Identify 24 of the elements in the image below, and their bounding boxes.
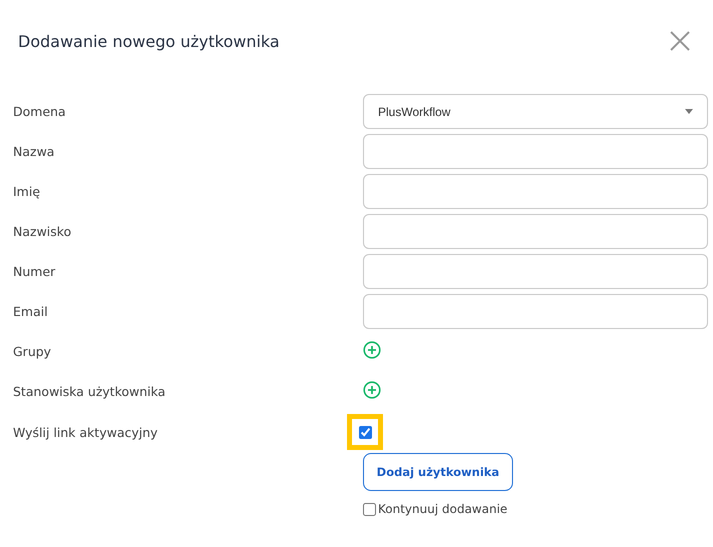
close-icon[interactable] bbox=[669, 30, 691, 52]
field-label: Grupy bbox=[13, 344, 52, 359]
field-label: Numer bbox=[13, 264, 56, 279]
input-field[interactable] bbox=[363, 134, 708, 169]
input-field[interactable] bbox=[363, 254, 708, 289]
input-field[interactable] bbox=[363, 174, 708, 209]
caret-icon bbox=[685, 109, 693, 114]
dialog-title: Dodawanie nowego użytkownika bbox=[18, 32, 280, 50]
field-label: Nazwa bbox=[13, 144, 56, 159]
domain-select[interactable]: PlusWorkflow bbox=[363, 94, 708, 129]
input-field[interactable] bbox=[363, 214, 708, 249]
field-label: Domena bbox=[13, 104, 67, 119]
field-label: Wyślij link aktywacyjny bbox=[13, 424, 159, 440]
field-label: Nazwisko bbox=[13, 224, 72, 239]
field-label: Email bbox=[13, 304, 49, 319]
field-label: Stanowiska użytkownika bbox=[13, 384, 166, 399]
checkbox[interactable] bbox=[363, 502, 376, 516]
checkbox-label: Kontynuuj dodawanie bbox=[378, 502, 508, 516]
field-label: Imię bbox=[13, 184, 42, 199]
checkbox[interactable] bbox=[358, 426, 372, 438]
add-user-button[interactable]: Dodaj użytkownika bbox=[363, 453, 513, 491]
add-icon[interactable] bbox=[363, 340, 381, 358]
add-icon[interactable] bbox=[363, 380, 381, 398]
input-field[interactable] bbox=[363, 294, 708, 329]
